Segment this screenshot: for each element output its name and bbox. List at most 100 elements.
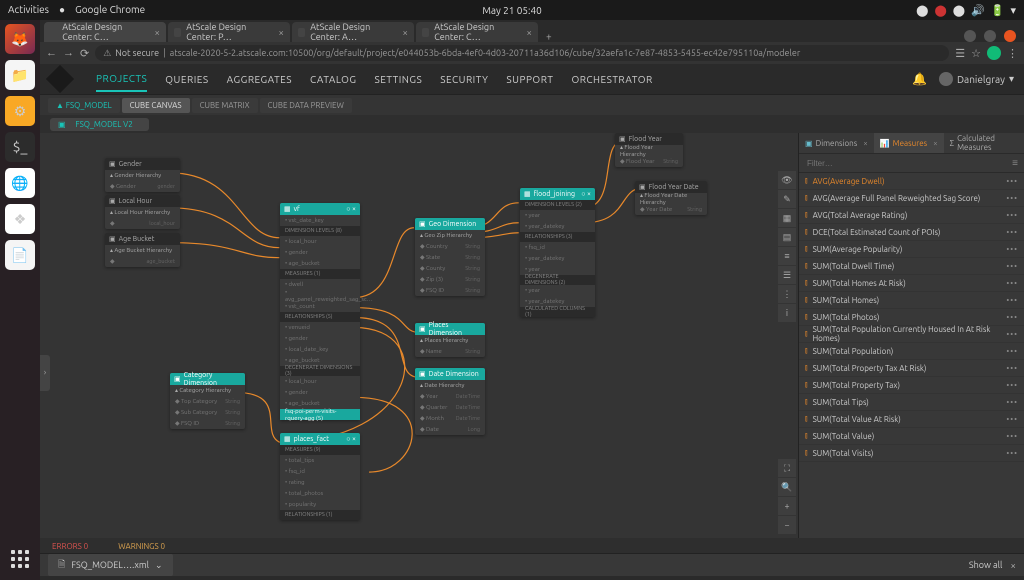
measure-item[interactable]: ⫾SUM(Total Homes At Risk)••• [799, 275, 1024, 292]
nav-queries[interactable]: QUERIES [165, 74, 208, 85]
node-vf[interactable]: ▦vf○ × • vst_date_keyDIMENSION LEVELS (8… [280, 203, 360, 420]
more-icon[interactable]: ••• [1006, 245, 1018, 254]
browser-tab[interactable]: AtScale Design Center: C…× [44, 22, 166, 42]
reload-icon[interactable]: ⟳ [80, 47, 89, 60]
node-age-bucket[interactable]: ▣Age Bucket ▴ Age Bucket Hierarchy ◆age_… [105, 233, 180, 267]
expand-panel-icon[interactable]: › [40, 355, 50, 391]
bell-icon[interactable]: 🔔 [912, 72, 927, 86]
node-flood-year[interactable]: ▣Flood Year ▴ Flood Year Hierarchy ◆ Flo… [615, 133, 683, 167]
node-local-hour[interactable]: ▣Local Hour ▴ Local Hour Hierarchy ◆loca… [105, 195, 180, 229]
close-icon[interactable]: × [278, 27, 284, 38]
more-icon[interactable]: ••• [1006, 177, 1018, 186]
panel-tab-measures[interactable]: 📊Measures× [874, 133, 944, 153]
cube-canvas[interactable]: › [40, 133, 798, 576]
measure-item[interactable]: ⫾SUM(Total Visits)••• [799, 445, 1024, 462]
measure-item[interactable]: ⫾SUM(Total Population Currently Housed I… [799, 326, 1024, 343]
more-icon[interactable]: ••• [1006, 262, 1018, 271]
browser-tab[interactable]: AtScale Design Center: C…× [416, 22, 538, 42]
pencil-icon[interactable]: ✎ [778, 190, 796, 208]
more-icon[interactable]: ••• [1006, 194, 1018, 203]
more-icon[interactable]: ••• [1006, 347, 1018, 356]
node-date[interactable]: ▣Date Dimension ▴ Date Hierarchy ◆ YearD… [415, 368, 485, 435]
app-icon[interactable]: ⚙ [5, 96, 35, 126]
measure-item[interactable]: ⫾SUM(Total Photos)••• [799, 309, 1024, 326]
more-icon[interactable]: ••• [1006, 449, 1018, 458]
measure-item[interactable]: ⫾SUM(Average Popularity)••• [799, 241, 1024, 258]
close-window-icon[interactable] [1004, 30, 1016, 42]
doc-icon[interactable]: 📄 [5, 240, 35, 270]
close-icon[interactable]: × [402, 27, 408, 38]
more-icon[interactable]: ••• [1006, 313, 1018, 322]
close-bar-icon[interactable]: × [1010, 560, 1016, 571]
minimize-icon[interactable] [964, 30, 976, 42]
more-icon[interactable]: ••• [1006, 296, 1018, 305]
zoom-in-icon[interactable]: + [778, 497, 796, 515]
close-icon[interactable]: × [154, 27, 160, 38]
nav-security[interactable]: SECURITY [440, 74, 488, 85]
eye-icon[interactable]: 👁 [778, 171, 796, 189]
node-flood-year-date[interactable]: ▣Flood Year Date ▴ Flood Year Date Hiera… [635, 181, 707, 215]
status-icons[interactable]: ⬤⬤⬤🔊🔋▾ [916, 4, 1016, 17]
tab-model[interactable]: ▲ FSQ_MODEL [48, 98, 120, 113]
measure-item[interactable]: ⫾SUM(Total Property Tax At Risk)••• [799, 360, 1024, 377]
measure-item[interactable]: ⫾AVG(Average Full Panel Reweighted Sag S… [799, 190, 1024, 207]
nav-aggregates[interactable]: AGGREGATES [227, 74, 292, 85]
panel-tab-calc[interactable]: ΣCalculated Measures [944, 133, 1024, 153]
layers-icon[interactable]: ≡ [778, 247, 796, 265]
menu-icon[interactable]: ⋮ [1007, 47, 1018, 60]
tab-cube-matrix[interactable]: CUBE MATRIX [192, 98, 258, 113]
more-icon[interactable]: ••• [1006, 330, 1018, 339]
profile-icon[interactable] [987, 46, 1001, 60]
more-icon[interactable]: ••• [1006, 228, 1018, 237]
node-flood-joining[interactable]: ▦flood_joining○ × DIMENSION LEVELS (2)• … [520, 188, 595, 317]
terminal-icon[interactable]: $_ [5, 132, 35, 162]
cube-chip[interactable]: ▣ FSQ_MODEL V2 [50, 118, 149, 131]
node-category[interactable]: ▣Category Dimension ▴ Category Hierarchy… [170, 373, 245, 429]
show-all-button[interactable]: Show all [969, 560, 1003, 570]
more-icon[interactable]: ••• [1006, 364, 1018, 373]
measure-item[interactable]: ⫾SUM(Total Dwell Time)••• [799, 258, 1024, 275]
chrome-icon[interactable]: 🌐 [5, 168, 35, 198]
node-places-fact[interactable]: ▦places_fact○ × MEASURES (9)• total_tips… [280, 433, 360, 520]
activities[interactable]: Activities [8, 4, 49, 16]
info-icon[interactable]: i [778, 304, 796, 322]
measure-item[interactable]: ⫾SUM(Total Property Tax)••• [799, 377, 1024, 394]
node-geo[interactable]: ▣Geo Dimension ▴ Geo Zip Hierarchy ◆ Cou… [415, 218, 485, 296]
warnings-count[interactable]: WARNINGS 0 [118, 542, 165, 551]
table-icon[interactable]: ▤ [778, 228, 796, 246]
bookmark-icon[interactable]: ☆ [971, 47, 981, 60]
nav-projects[interactable]: PROJECTS [96, 73, 147, 92]
more-icon[interactable]: ⋮ [778, 285, 796, 303]
more-icon[interactable]: ••• [1006, 211, 1018, 220]
nav-catalog[interactable]: CATALOG [310, 74, 356, 85]
browser-tab[interactable]: AtScale Design Center: P…× [168, 22, 290, 42]
slack-icon[interactable]: ❖ [5, 204, 35, 234]
more-icon[interactable]: ••• [1006, 415, 1018, 424]
browser-tab[interactable]: AtScale Design Center: A…× [292, 22, 414, 42]
measure-item[interactable]: ⫾SUM(Total Population)••• [799, 343, 1024, 360]
fit-icon[interactable]: ⛶ [778, 459, 796, 477]
nav-orchestrator[interactable]: ORCHESTRATOR [572, 74, 653, 85]
clock[interactable]: May 21 05:40 [482, 5, 542, 16]
measure-item[interactable]: ⫾AVG(Total Average Rating)••• [799, 207, 1024, 224]
list-icon[interactable]: ☰ [778, 266, 796, 284]
more-icon[interactable]: ••• [1006, 432, 1018, 441]
measure-item[interactable]: ⫾SUM(Total Homes)••• [799, 292, 1024, 309]
more-icon[interactable]: ••• [1006, 279, 1018, 288]
new-tab-button[interactable]: + [540, 31, 558, 42]
gear-icon[interactable]: ≡ [1012, 157, 1018, 169]
search-icon[interactable]: 🔍 [778, 478, 796, 496]
close-icon[interactable]: × [526, 27, 532, 38]
measure-item[interactable]: ⫾DCE(Total Estimated Count of POIs)••• [799, 224, 1024, 241]
url-field[interactable]: ⚠ Not secure | atscale-2020-5-2.atscale.… [95, 45, 949, 61]
errors-count[interactable]: ERRORS 0 [52, 542, 88, 551]
back-icon[interactable]: ← [46, 47, 57, 59]
extensions-icon[interactable]: ☰ [955, 47, 965, 60]
node-gender[interactable]: ▣Gender ▴ Gender Hierarchy ◆ Gendergende… [105, 158, 180, 192]
nav-support[interactable]: SUPPORT [506, 74, 553, 85]
apps-grid-icon[interactable] [5, 544, 35, 574]
panel-tab-dimensions[interactable]: ▣Dimensions× [799, 133, 874, 153]
firefox-icon[interactable]: 🦊 [5, 24, 35, 54]
tab-cube-canvas[interactable]: CUBE CANVAS [122, 98, 190, 113]
nav-settings[interactable]: SETTINGS [375, 74, 423, 85]
